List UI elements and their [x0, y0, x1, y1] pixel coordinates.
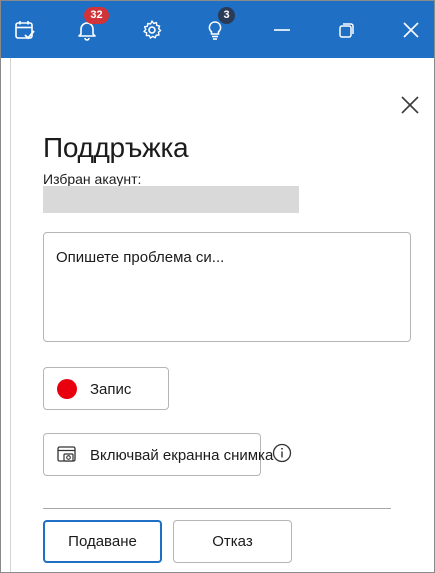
info-icon[interactable] — [272, 443, 292, 463]
title-bar: 32 3 — [1, 1, 434, 58]
cancel-button[interactable]: Отказ — [173, 520, 292, 563]
record-label: Запис — [90, 381, 132, 398]
submit-label: Подаване — [68, 533, 137, 550]
screenshot-label: Включвай екранна снимка — [90, 447, 274, 464]
record-dot-icon — [57, 379, 77, 399]
account-value-redacted — [43, 186, 299, 213]
page-title: Поддръжка — [43, 132, 189, 163]
record-button[interactable]: Запис — [43, 367, 169, 410]
description-placeholder: Опишете проблема си... — [56, 249, 225, 266]
screenshot-icon — [57, 446, 77, 468]
description-textarea[interactable]: Опишете проблема си... — [43, 232, 411, 342]
footer-divider — [43, 508, 391, 509]
close-icon — [401, 96, 419, 114]
settings-button[interactable] — [128, 1, 176, 58]
include-screenshot-button[interactable]: Включвай екранна снимка — [43, 433, 273, 476]
gear-icon — [143, 19, 162, 39]
tips-count-badge: 3 — [218, 7, 235, 24]
notification-count-badge: 32 — [84, 7, 109, 24]
close-icon — [403, 21, 419, 38]
minimize-button[interactable] — [258, 1, 306, 58]
restore-button[interactable] — [323, 1, 371, 58]
window-close-button[interactable] — [387, 1, 434, 58]
panel-close-button[interactable] — [398, 93, 422, 117]
support-window: 32 3 Поддръжка Избран акаунт: Опишете пр… — [0, 0, 435, 573]
submit-button[interactable]: Подаване — [43, 520, 162, 563]
cancel-label: Отказ — [212, 533, 253, 550]
calendar-button[interactable] — [1, 1, 49, 58]
account-label: Избран акаунт: — [43, 171, 142, 187]
restore-icon — [339, 22, 354, 38]
side-divider — [10, 58, 11, 572]
minimize-icon — [274, 28, 290, 31]
calendar-check-icon — [15, 20, 35, 39]
